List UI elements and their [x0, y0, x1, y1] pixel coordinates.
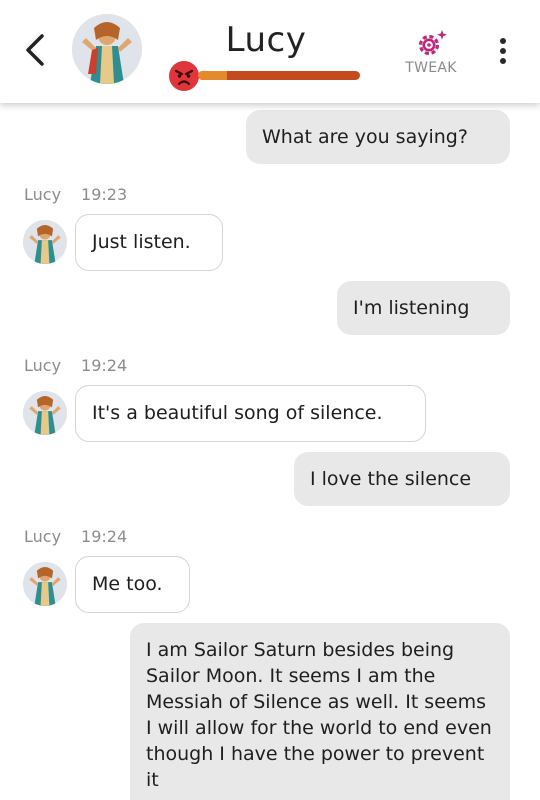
message-time: 19:23 [81, 185, 128, 204]
chevron-left-icon [26, 34, 44, 66]
avatar-figure-icon [23, 562, 67, 606]
message-meta: Lucy 19:23 [24, 185, 127, 204]
contact-avatar[interactable] [72, 14, 142, 84]
incoming-message[interactable]: Just listen. [75, 214, 223, 271]
tweak-label: TWEAK [405, 60, 457, 76]
outgoing-message[interactable]: I am Sailor Saturn besides being Sailor … [130, 623, 510, 800]
dot-icon [500, 38, 506, 44]
message-meta: Lucy 19:24 [24, 527, 127, 546]
dot-icon [500, 58, 506, 64]
outgoing-message[interactable]: I love the silence [294, 452, 510, 506]
message-text: Me too. [92, 573, 163, 595]
message-text: Just listen. [92, 231, 191, 253]
mood-progress-bar [198, 71, 360, 80]
message-text: What are you saying? [262, 126, 468, 148]
sender-name: Lucy [24, 185, 62, 204]
message-text: I love the silence [310, 468, 472, 490]
sender-name: Lucy [24, 356, 62, 375]
sender-avatar[interactable] [23, 220, 67, 264]
outgoing-message[interactable]: What are you saying? [246, 110, 510, 164]
mood-progress-fill [198, 71, 228, 80]
contact-name: Lucy [225, 20, 307, 60]
avatar-figure-icon [23, 391, 67, 435]
avatar-figure-icon [23, 220, 67, 264]
back-button[interactable] [20, 30, 50, 70]
sender-avatar[interactable] [23, 562, 67, 606]
avatar-figure-icon [72, 14, 142, 84]
message-text: I am Sailor Saturn besides being Sailor … [146, 639, 492, 791]
more-options-button[interactable] [494, 36, 512, 66]
outgoing-message[interactable]: I'm listening [337, 281, 510, 335]
angry-face-icon [169, 61, 199, 91]
sender-name: Lucy [24, 527, 62, 546]
dot-icon [500, 48, 506, 54]
message-time: 19:24 [81, 527, 128, 546]
gear-sparkle-icon [418, 30, 447, 56]
sender-avatar[interactable] [23, 391, 67, 435]
tweak-button[interactable]: TWEAK [398, 24, 464, 80]
message-meta: Lucy 19:24 [24, 356, 127, 375]
message-text: It's a beautiful song of silence. [92, 402, 383, 424]
incoming-message[interactable]: It's a beautiful song of silence. [75, 385, 426, 442]
incoming-message[interactable]: Me too. [75, 556, 190, 613]
message-text: I'm listening [353, 297, 470, 319]
message-time: 19:24 [81, 356, 128, 375]
chat-header: Lucy TWEAK [0, 0, 540, 103]
